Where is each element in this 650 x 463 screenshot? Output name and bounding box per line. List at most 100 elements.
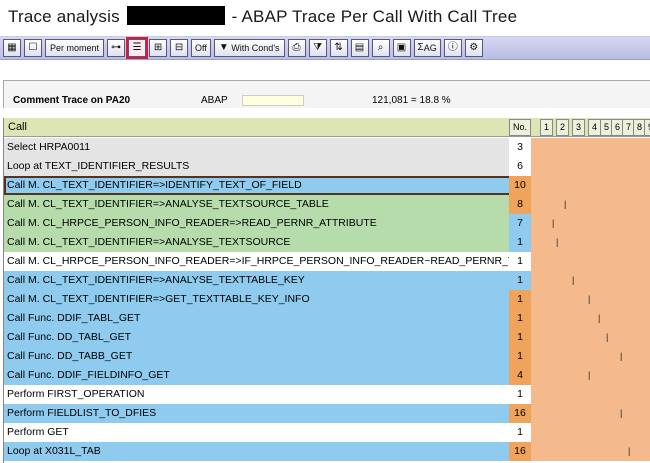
call-count: 1 <box>509 233 531 252</box>
table-row[interactable]: Call Func. DD_TABL_GET 1 | <box>4 328 650 347</box>
trace-value: 121,081 = 18.8 % <box>372 95 451 106</box>
table-row[interactable]: Call Func. DD_TABB_GET 1 | <box>4 347 650 366</box>
tree-level-marker: | <box>598 313 601 323</box>
table-row[interactable]: Call Func. DDIF_FIELDINFO_GET 4 | <box>4 366 650 385</box>
call-count: 3 <box>509 138 531 157</box>
call-count: 1 <box>509 252 531 271</box>
trace-comment: Comment Trace on PA20 <box>13 95 131 106</box>
col-header-level[interactable]: 1 <box>540 119 553 136</box>
expand-icon-button[interactable]: ⊞ <box>149 39 168 57</box>
call-count: 7 <box>509 214 531 233</box>
call-tree-cell <box>531 347 650 366</box>
table-row[interactable]: Call M. CL_TEXT_IDENTIFIER=>GET_TEXTTABL… <box>4 290 650 309</box>
call-tree-cell <box>531 195 650 214</box>
info-icon-button[interactable]: ⓘ <box>443 39 462 57</box>
tree-level-marker: | <box>556 237 559 247</box>
call-label: Call M. CL_TEXT_IDENTIFIER=>ANALYSE_TEXT… <box>7 274 305 286</box>
sort-icon-button[interactable]: ⇅ <box>329 39 348 57</box>
call-count: 10 <box>509 176 531 195</box>
table-row[interactable]: Call M. CL_HRPCE_PERSON_INFO_READER=>IF_… <box>4 252 650 271</box>
window-title: Trace analysis - ABAP Trace Per Call Wit… <box>8 6 517 27</box>
table-row[interactable]: Call M. CL_TEXT_IDENTIFIER=>IDENTIFY_TEX… <box>4 176 650 195</box>
details-icon-button[interactable]: ▣ <box>392 39 411 57</box>
print-icon: ⎙ <box>292 42 301 53</box>
call-count: 16 <box>509 404 531 423</box>
call-label: Call Func. DD_TABL_GET <box>7 331 132 343</box>
call-tree-cell <box>531 385 650 404</box>
application-toolbar: ▦ ☐ Per moment ⊶ ☰ ⊞ ⊟ Off ▼ With Cond's… <box>0 36 650 60</box>
trace-info-bar: Comment Trace on PA20 ABAP 121,081 = 18.… <box>3 80 650 108</box>
per-moment-button[interactable]: Per moment <box>45 39 105 57</box>
call-count: 1 <box>509 347 531 366</box>
tree-level-marker: | <box>606 332 609 342</box>
call-tree-button[interactable]: ☰ <box>126 37 149 59</box>
col-header-no[interactable]: No. <box>509 119 531 136</box>
hierarchy-icon: ⊶ <box>111 42 122 53</box>
call-tree-cell <box>531 176 650 195</box>
filter2-icon-button[interactable]: ⧩ <box>308 39 327 57</box>
collapse-icon-button[interactable]: ⊟ <box>170 39 189 57</box>
with-conditions-label: With Cond's <box>231 43 280 53</box>
settings-icon-button[interactable]: ⚙ <box>464 39 483 57</box>
col-header-level[interactable]: 9 <box>644 119 650 136</box>
tree-level-marker: | <box>620 408 623 418</box>
table-row[interactable]: Call Func. DDIF_TABL_GET 1 | <box>4 309 650 328</box>
call-label: Call M. CL_HRPCE_PERSON_INFO_READER=>REA… <box>7 217 377 229</box>
table-row[interactable]: Call M. CL_HRPCE_PERSON_INFO_READER=>REA… <box>4 214 650 233</box>
table-row[interactable]: Call M. CL_TEXT_IDENTIFIER=>ANALYSE_TEXT… <box>4 271 650 290</box>
expand-icon: ⊞ <box>153 42 163 53</box>
with-conditions-button[interactable]: ▼ With Cond's <box>213 39 285 57</box>
call-tree-cell <box>531 214 650 233</box>
call-count: 16 <box>509 442 531 461</box>
table-row[interactable]: Perform GET 1 <box>4 423 650 442</box>
collapse-icon: ⊟ <box>174 42 184 53</box>
call-tree-cell <box>531 271 650 290</box>
table-row[interactable]: Select HRPA0011 3 <box>4 138 650 157</box>
call-tree-cell <box>531 233 650 252</box>
call-label: Call M. CL_TEXT_IDENTIFIER=>GET_TEXTTABL… <box>7 293 310 305</box>
layout-icon: ▤ <box>354 42 365 53</box>
call-label: Call M. CL_TEXT_IDENTIFIER=>ANALYSE_TEXT… <box>7 236 291 248</box>
tree-level-marker: | <box>628 446 631 456</box>
tree-level-marker: | <box>620 351 623 361</box>
call-count: 1 <box>509 385 531 404</box>
gear-icon: ⚙ <box>469 42 479 53</box>
call-count: 1 <box>509 271 531 290</box>
col-header-level[interactable]: 3 <box>572 119 585 136</box>
table-row[interactable]: Perform FIRST_OPERATION 1 <box>4 385 650 404</box>
call-tree-cell <box>531 442 650 461</box>
redacted-block <box>126 6 225 25</box>
spacer <box>0 61 650 79</box>
aggregate-button[interactable]: Σ AG <box>413 39 441 57</box>
grid-header: Call No. 123456789 <box>4 118 650 137</box>
col-header-call[interactable]: Call <box>8 121 27 133</box>
table-row[interactable]: Perform FIELDLIST_TO_DFIES 16 | <box>4 404 650 423</box>
hierarchy-icon-button[interactable]: ⊶ <box>107 39 126 57</box>
col-header-level[interactable]: 2 <box>556 119 569 136</box>
call-count: 1 <box>509 309 531 328</box>
title-prefix: Trace analysis <box>8 7 120 26</box>
layout-icon-button[interactable]: ▤ <box>350 39 369 57</box>
table-row[interactable]: Loop at TEXT_IDENTIFIER_RESULTS 6 <box>4 157 650 176</box>
print-icon-button[interactable]: ⎙ <box>287 39 306 57</box>
grid-icon: ▦ <box>7 42 17 53</box>
grid-icon-button[interactable]: ▦ <box>3 39 21 57</box>
call-label: Call M. CL_TEXT_IDENTIFIER=>ANALYSE_TEXT… <box>7 198 329 210</box>
call-tree-cell <box>531 309 650 328</box>
call-label: Perform FIRST_OPERATION <box>7 388 145 400</box>
find-icon-button[interactable]: ⌕ <box>371 39 390 57</box>
table-row[interactable]: Call M. CL_TEXT_IDENTIFIER=>ANALYSE_TEXT… <box>4 233 650 252</box>
trace-type: ABAP <box>201 95 228 106</box>
list-icon-button[interactable]: ☐ <box>24 39 42 57</box>
table-row[interactable]: Call M. CL_TEXT_IDENTIFIER=>ANALYSE_TEXT… <box>4 195 650 214</box>
call-tree-cell <box>531 290 650 309</box>
tree-level-marker: | <box>588 294 591 304</box>
call-label: Call Func. DDIF_FIELDINFO_GET <box>7 369 170 381</box>
aggregate-label: AG <box>423 43 437 53</box>
call-tree-cell <box>531 138 650 157</box>
filter-icon: ▼ <box>218 42 229 53</box>
call-label: Select HRPA0011 <box>7 141 91 153</box>
table-row[interactable]: Loop at X031L_TAB 16 | <box>4 442 650 461</box>
sort-icon: ⇅ <box>334 42 343 53</box>
off-button[interactable]: Off <box>191 39 211 57</box>
